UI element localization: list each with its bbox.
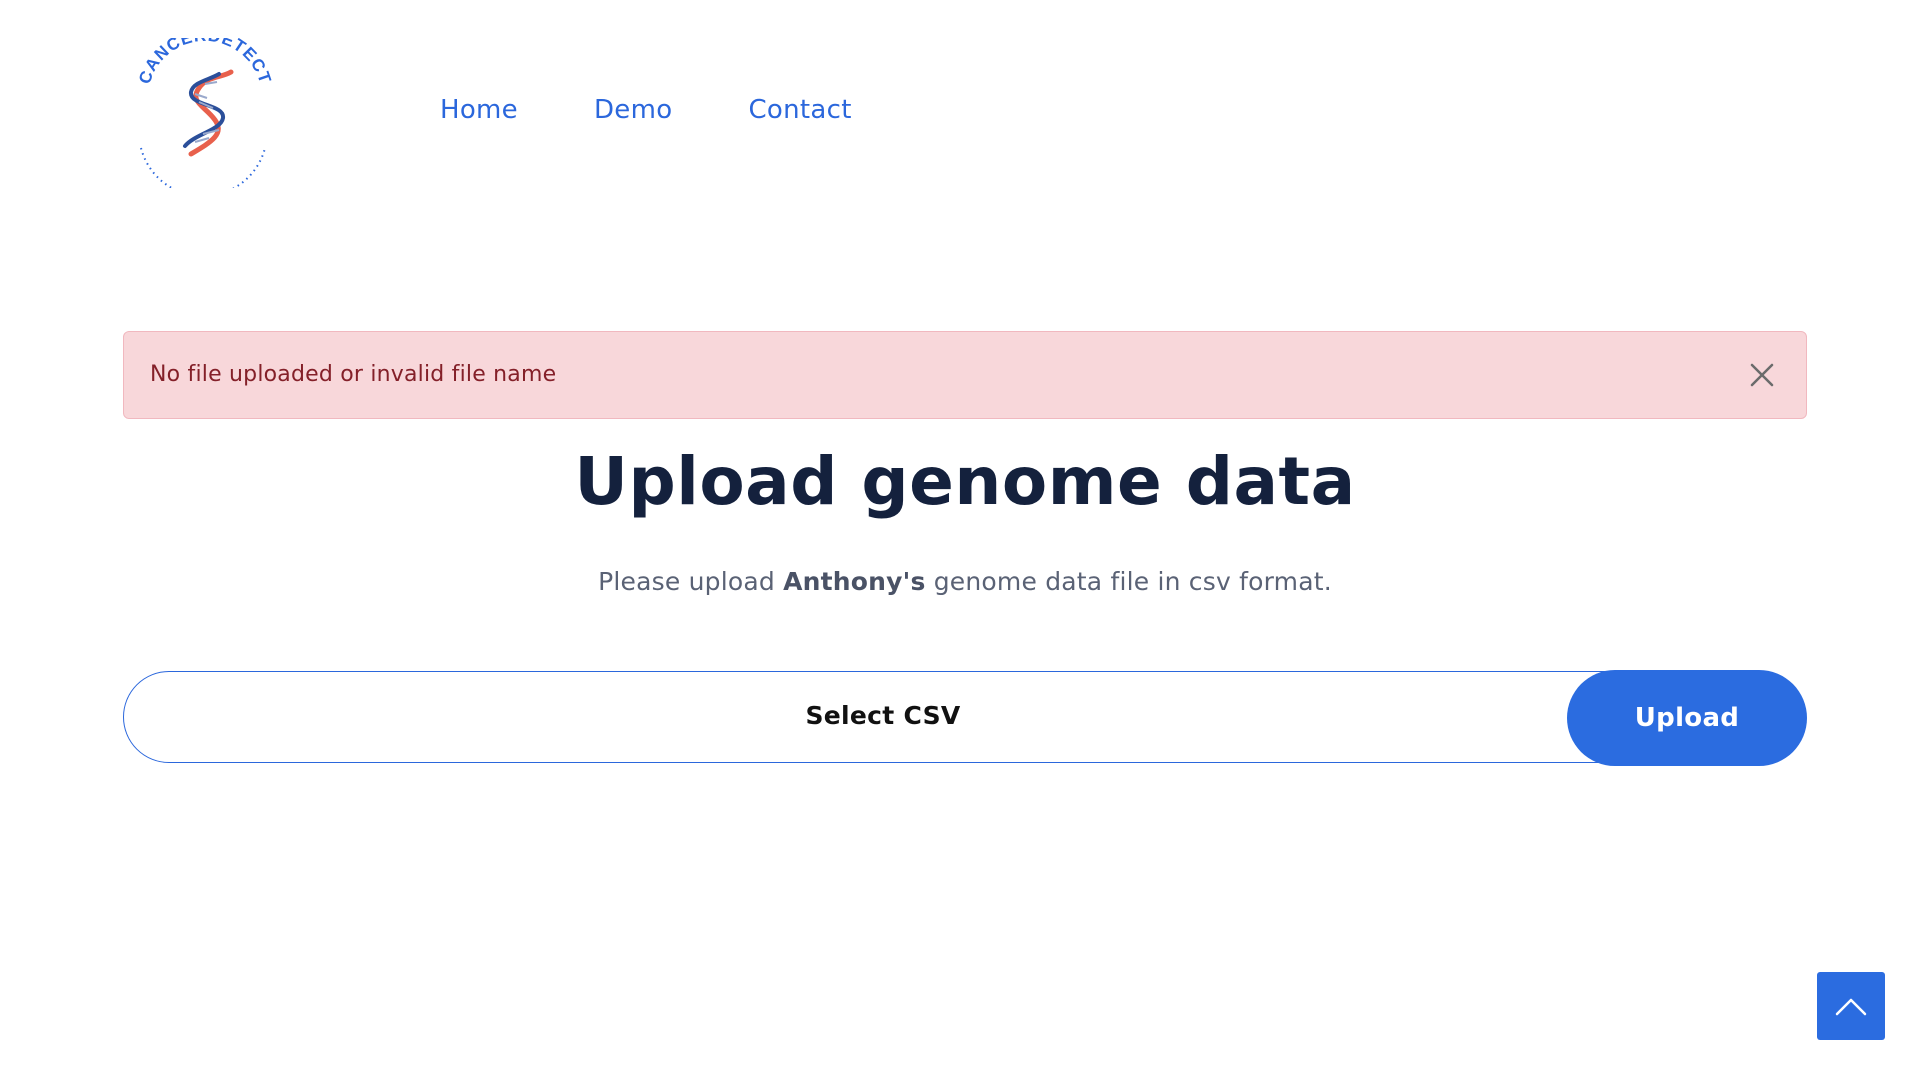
dna-logo-icon: CANCERDETECT: [135, 26, 274, 198]
select-csv-input[interactable]: Select CSV: [123, 671, 1763, 763]
alert-message: No file uploaded or invalid file name: [150, 362, 557, 387]
page-title: Upload genome data: [574, 443, 1356, 520]
subtitle-suffix: genome data file in csv format.: [925, 567, 1332, 596]
scroll-to-top-button[interactable]: [1817, 972, 1885, 1040]
nav-demo[interactable]: Demo: [594, 92, 672, 128]
error-alert: No file uploaded or invalid file name: [123, 331, 1807, 419]
cancerdetect-logo[interactable]: CANCERDETECT: [133, 26, 274, 198]
page-subtitle: Please upload Anthony's genome data file…: [0, 564, 1920, 600]
site-header: CANCERDETECT Home Demo Contact: [0, 0, 1920, 200]
patient-name: Anthony's: [783, 567, 926, 596]
main-nav: Home Demo Contact: [440, 92, 928, 128]
subtitle-prefix: Please upload: [598, 567, 784, 596]
upload-form: Select CSV Upload: [123, 670, 1807, 766]
chevron-up-icon: [1835, 998, 1867, 1016]
nav-home[interactable]: Home: [440, 92, 518, 128]
nav-contact[interactable]: Contact: [748, 92, 851, 128]
upload-button[interactable]: Upload: [1567, 670, 1807, 766]
close-icon[interactable]: [1742, 355, 1782, 395]
